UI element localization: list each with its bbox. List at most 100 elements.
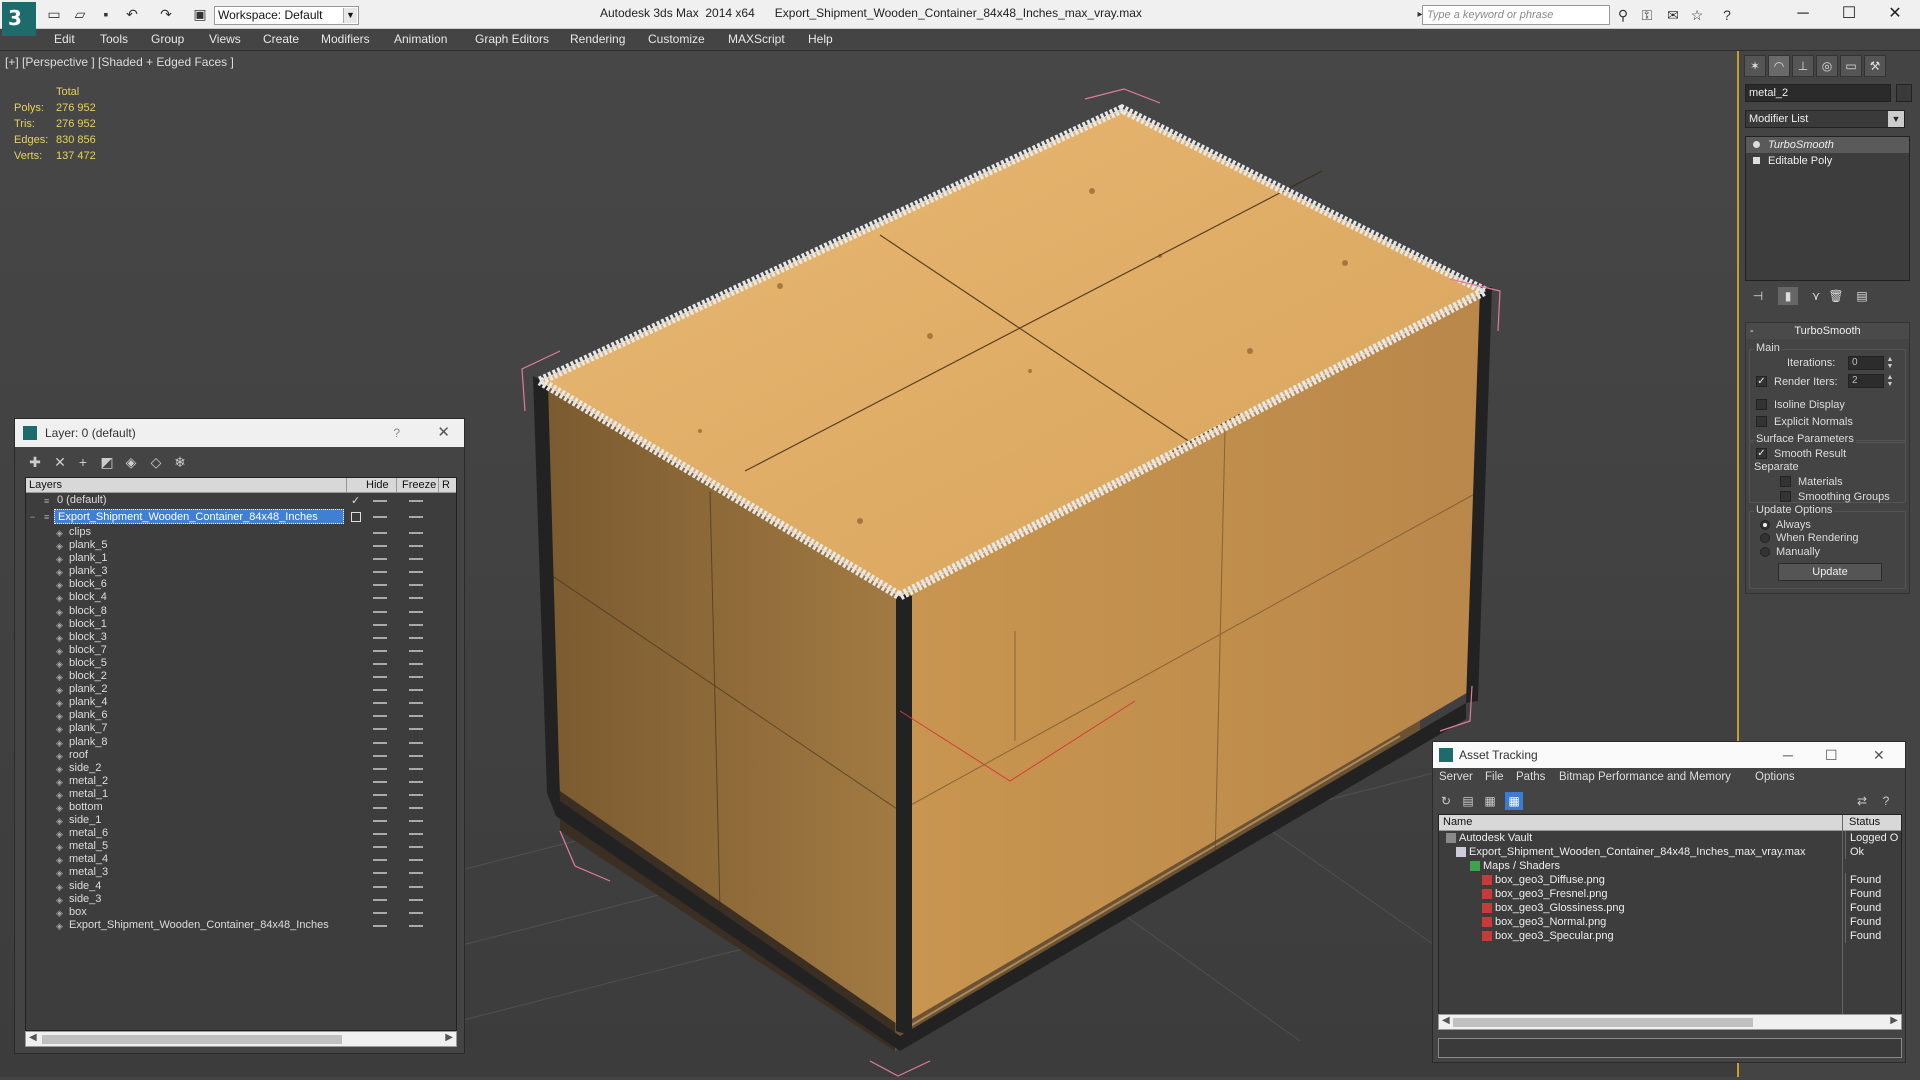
freeze-toggle[interactable]	[409, 649, 423, 652]
layer-object-row[interactable]: ◈ box	[26, 905, 456, 918]
layer-object-row[interactable]: ◈ block_1	[26, 617, 456, 630]
layer-object-row[interactable]: ◈ side_1	[26, 813, 456, 826]
refresh-icon[interactable]: ↻	[1437, 792, 1455, 810]
layer-object-row[interactable]: ◈ metal_2	[26, 774, 456, 787]
iterations-spinner[interactable]: 0	[1848, 356, 1884, 370]
layer-object-row[interactable]: ◈ plank_5	[26, 538, 456, 551]
render-iters-checkbox[interactable]: ✓ Render Iters:	[1756, 375, 1838, 389]
layer-object-row[interactable]: ◈ block_2	[26, 669, 456, 682]
menu-animation[interactable]: Animation	[394, 32, 447, 46]
expand-icon[interactable]	[1753, 157, 1760, 164]
layer-object-row[interactable]: ◈ plank_6	[26, 708, 456, 721]
modify-tab-icon[interactable]: ◠	[1768, 55, 1790, 77]
menu-paths[interactable]: Paths	[1516, 771, 1545, 783]
new-file-icon[interactable]: ▭	[46, 6, 62, 22]
asset-row[interactable]: Export_Shipment_Wooden_Container_84x48_I…	[1439, 845, 1901, 859]
hide-toggle[interactable]	[373, 754, 387, 757]
hide-toggle[interactable]	[373, 898, 387, 901]
hide-toggle[interactable]	[373, 676, 387, 679]
pin-stack-icon[interactable]: ⊣	[1748, 287, 1768, 305]
freeze-toggle[interactable]	[409, 500, 423, 502]
freeze-toggle[interactable]	[409, 597, 423, 600]
menu-edit[interactable]: Edit	[54, 32, 75, 46]
motion-tab-icon[interactable]: ◎	[1816, 55, 1838, 77]
redo-icon[interactable]: ↷	[158, 6, 174, 22]
freeze-toggle[interactable]	[409, 728, 423, 731]
freeze-toggle[interactable]	[409, 885, 423, 888]
freeze-toggle[interactable]	[409, 610, 423, 613]
save-file-icon[interactable]: ▪	[98, 6, 114, 22]
object-color-swatch[interactable]	[1896, 84, 1912, 102]
render-iters-spinner[interactable]: 2	[1848, 374, 1884, 388]
hide-toggle[interactable]	[373, 924, 387, 927]
layer-object-row[interactable]: ◈ plank_2	[26, 682, 456, 695]
freeze-toggle[interactable]	[409, 793, 423, 796]
freeze-toggle[interactable]	[409, 584, 423, 587]
menu-bitmap-performance[interactable]: Bitmap Performance and Memory	[1559, 771, 1731, 783]
freeze-toggle[interactable]	[409, 532, 423, 534]
create-layer-icon[interactable]: ✚	[25, 453, 45, 471]
layer-object-row[interactable]: ◈ block_5	[26, 656, 456, 669]
freeze-toggle[interactable]	[409, 636, 423, 639]
freeze-toggle[interactable]	[409, 623, 423, 626]
hide-toggle[interactable]	[373, 767, 387, 770]
menu-rendering[interactable]: Rendering	[570, 32, 625, 46]
smoothing-groups-checkbox[interactable]: Smoothing Groups	[1780, 490, 1890, 504]
hide-toggle[interactable]	[373, 610, 387, 613]
column-name[interactable]: Name	[1443, 816, 1472, 828]
hide-all-icon[interactable]: ◇	[146, 453, 166, 471]
layer-object-row[interactable]: ◈ block_4	[26, 590, 456, 603]
layer-object-row[interactable]: ◈ metal_6	[26, 826, 456, 839]
hide-toggle[interactable]	[373, 545, 387, 548]
hide-toggle[interactable]	[373, 885, 387, 888]
hide-toggle[interactable]	[373, 500, 387, 502]
thumbnail-view-icon[interactable]: ▦	[1481, 792, 1499, 810]
close-icon[interactable]: ✕	[1873, 742, 1885, 768]
hide-toggle[interactable]	[373, 702, 387, 705]
hide-toggle[interactable]	[373, 793, 387, 796]
layer-object-row[interactable]: ◈ roof	[26, 748, 456, 761]
freeze-toggle[interactable]	[409, 662, 423, 665]
freeze-toggle[interactable]	[409, 846, 423, 849]
create-tab-icon[interactable]: ✶	[1744, 55, 1766, 77]
scroll-left-icon[interactable]: ◀	[1442, 1015, 1450, 1026]
hide-toggle[interactable]	[373, 532, 387, 534]
hide-toggle[interactable]	[373, 741, 387, 744]
layer-object-row[interactable]: ◈ bottom	[26, 800, 456, 813]
utilities-tab-icon[interactable]: ⚒	[1864, 55, 1886, 77]
horizontal-scrollbar[interactable]: ◀ ▶	[25, 1031, 457, 1047]
bulb-icon[interactable]	[1753, 141, 1760, 148]
layer-row-export-shipment[interactable]: − ≡ Export_Shipment_Wooden_Container_84x…	[26, 509, 456, 525]
hide-toggle[interactable]	[373, 558, 387, 561]
add-to-layer-icon[interactable]: +	[73, 453, 93, 471]
active-layer-box-icon[interactable]	[351, 512, 361, 522]
undo-icon[interactable]: ↶	[124, 6, 140, 22]
stack-item-editable-poly[interactable]: Editable Poly	[1746, 153, 1909, 169]
freeze-toggle[interactable]	[409, 571, 423, 574]
freeze-toggle[interactable]	[409, 741, 423, 744]
hide-toggle[interactable]	[373, 597, 387, 600]
highlight-layer-icon[interactable]: ◈	[121, 453, 141, 471]
table-view-icon[interactable]: ▦	[1505, 792, 1523, 810]
spinner-arrows-icon[interactable]: ▲ ▼	[1886, 374, 1894, 388]
select-objects-icon[interactable]: ◩	[97, 453, 117, 471]
search-input[interactable]: Type a keyword or phrase	[1422, 5, 1610, 25]
close-button[interactable]: ✕	[1872, 0, 1918, 28]
menu-help[interactable]: Help	[808, 32, 833, 46]
favorites-star-icon[interactable]: ☆	[1688, 7, 1706, 23]
menu-server[interactable]: Server	[1439, 771, 1473, 783]
hide-toggle[interactable]	[373, 516, 387, 518]
menu-file[interactable]: File	[1485, 771, 1504, 783]
help-icon[interactable]: ?	[393, 419, 400, 447]
vault-connect-icon[interactable]: ⇄	[1853, 792, 1871, 810]
menu-group[interactable]: Group	[151, 32, 184, 46]
layer-object-row[interactable]: ◈ metal_3	[26, 865, 456, 878]
hide-toggle[interactable]	[373, 662, 387, 665]
freeze-toggle[interactable]	[409, 820, 423, 823]
make-unique-icon[interactable]: ⋎	[1806, 287, 1826, 305]
freeze-toggle[interactable]	[409, 859, 423, 862]
maximize-icon[interactable]: ☐	[1825, 742, 1838, 768]
freeze-toggle[interactable]	[409, 806, 423, 809]
display-tab-icon[interactable]: ▭	[1840, 55, 1862, 77]
asset-path-field[interactable]	[1438, 1038, 1902, 1058]
